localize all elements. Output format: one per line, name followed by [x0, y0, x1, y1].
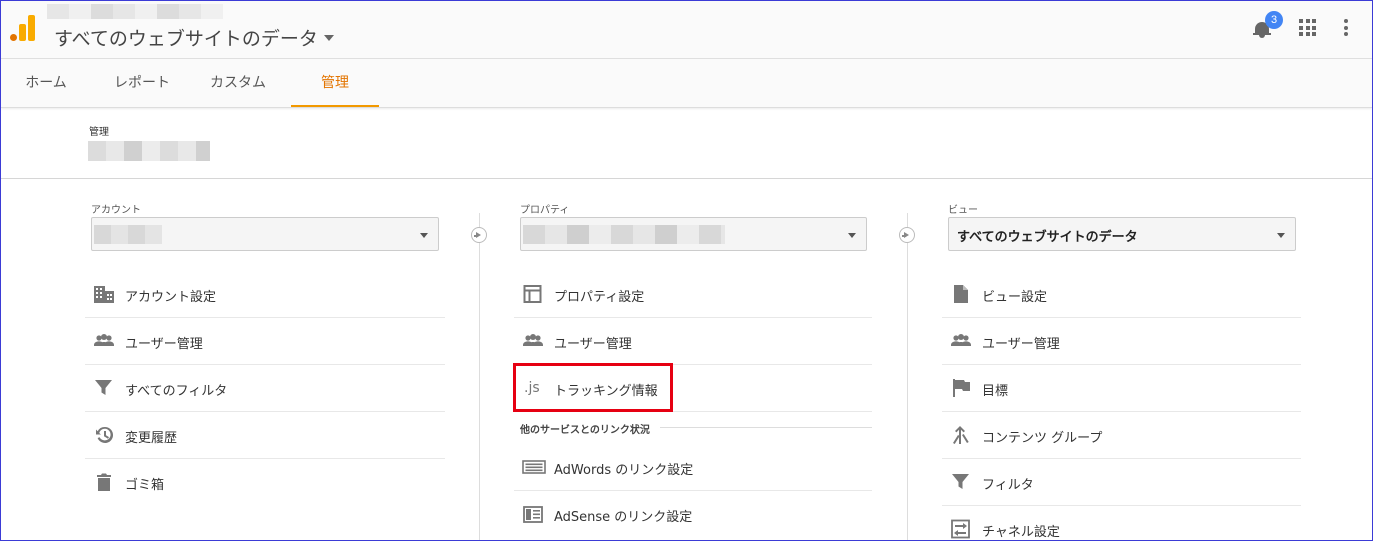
- arrow-right-icon: [899, 227, 915, 243]
- history-icon: [93, 425, 115, 445]
- divider: [660, 427, 872, 428]
- item-label: 目標: [982, 384, 1009, 399]
- users-icon: [522, 331, 544, 351]
- view-select-value: すべてのウェブサイトのデータ: [957, 230, 1138, 245]
- property-column-label: プロパティ: [520, 205, 570, 216]
- item-label: フィルタ: [982, 478, 1034, 493]
- chevron-down-icon: [323, 35, 334, 41]
- item-label: アカウント設定: [125, 290, 217, 305]
- section-title: 他のサービスとのリンク状況: [520, 425, 650, 436]
- account-menu: アカウント設定 ユーザー管理 すべてのフィルタ 変更履歴 ゴミ箱: [85, 271, 445, 506]
- view-filters-item[interactable]: フィルタ: [942, 459, 1301, 506]
- account-select[interactable]: [91, 217, 439, 251]
- view-user-management-item[interactable]: ユーザー管理: [942, 318, 1301, 365]
- adsense-link-item[interactable]: AdSense のリンク設定: [514, 491, 872, 538]
- adwords-icon: [522, 457, 546, 477]
- tab-home[interactable]: ホーム: [1, 59, 91, 107]
- all-filters-item[interactable]: すべてのフィルタ: [85, 365, 445, 412]
- property-value-redacted: [523, 225, 725, 244]
- item-label: ユーザー管理: [125, 337, 203, 352]
- item-label: ビュー設定: [982, 290, 1048, 305]
- dropdown-arrow-icon: [420, 233, 428, 238]
- property-settings-item[interactable]: プロパティ設定: [514, 271, 872, 318]
- account-user-management-item[interactable]: ユーザー管理: [85, 318, 445, 365]
- arrow-right-icon: [471, 227, 487, 243]
- view-select[interactable]: すべてのウェブサイトのデータ: [948, 217, 1296, 251]
- main-tabs: ホーム レポート カスタム 管理: [1, 59, 1372, 108]
- tab-custom[interactable]: カスタム: [193, 59, 283, 107]
- flag-icon: [950, 378, 972, 398]
- view-column-label: ビュー: [948, 205, 978, 216]
- view-settings-item[interactable]: ビュー設定: [942, 271, 1301, 318]
- dropdown-arrow-icon: [1277, 233, 1285, 238]
- filter-icon: [950, 472, 972, 492]
- adsense-icon: [522, 504, 544, 524]
- users-icon: [93, 331, 115, 351]
- trash-icon: [93, 472, 115, 492]
- account-settings-item[interactable]: アカウント設定: [85, 271, 445, 318]
- tab-reports[interactable]: レポート: [97, 59, 187, 107]
- item-label: ユーザー管理: [554, 337, 632, 352]
- property-icon: [522, 284, 544, 304]
- account-value-redacted: [94, 225, 162, 244]
- analytics-logo[interactable]: [10, 15, 35, 41]
- linked-services-section: 他のサービスとのリンク状況: [514, 412, 872, 444]
- item-label: コンテンツ グループ: [982, 431, 1103, 446]
- adwords-link-item[interactable]: AdWords のリンク設定: [514, 444, 872, 491]
- apps-grid-icon[interactable]: [1299, 19, 1316, 36]
- item-label: 変更履歴: [125, 431, 178, 446]
- channel-icon: [950, 519, 972, 539]
- more-vert-icon[interactable]: [1344, 19, 1348, 36]
- dropdown-arrow-icon: [848, 233, 856, 238]
- goals-item[interactable]: 目標: [942, 365, 1301, 412]
- view-menu: ビュー設定 ユーザー管理 目標 コンテンツ グループ フィルタ チャネル設定: [942, 271, 1301, 540]
- item-label: プロパティ設定: [554, 290, 645, 305]
- admin-label: 管理: [89, 127, 109, 138]
- account-breadcrumb-redacted: [47, 4, 223, 19]
- column-separator: [479, 213, 480, 540]
- property-user-management-item[interactable]: ユーザー管理: [514, 318, 872, 365]
- trash-item[interactable]: ゴミ箱: [85, 459, 445, 506]
- item-label: チャネル設定: [982, 525, 1060, 540]
- column-separator: [907, 213, 908, 540]
- notification-badge: 3: [1265, 11, 1283, 29]
- item-label: AdWords のリンク設定: [554, 463, 694, 478]
- content-grouping-item[interactable]: コンテンツ グループ: [942, 412, 1301, 459]
- change-history-item[interactable]: 変更履歴: [85, 412, 445, 459]
- account-name-redacted: [88, 141, 210, 161]
- divider: [1, 178, 1372, 179]
- tab-admin[interactable]: 管理: [291, 59, 379, 107]
- channel-settings-item[interactable]: チャネル設定: [942, 506, 1301, 540]
- item-label: AdSense のリンク設定: [554, 510, 693, 525]
- item-label: すべてのフィルタ: [125, 384, 228, 399]
- tracking-info-highlight: [513, 363, 673, 412]
- view-title-text: すべてのウェブサイトのデータ: [54, 28, 318, 50]
- property-select[interactable]: [520, 217, 867, 251]
- item-label: ゴミ箱: [125, 478, 165, 493]
- account-column-label: アカウント: [91, 205, 141, 216]
- building-icon: [93, 284, 115, 304]
- filter-icon: [93, 378, 115, 398]
- document-icon: [950, 284, 972, 304]
- content-group-icon: [950, 425, 972, 445]
- users-icon: [950, 331, 972, 351]
- item-label: ユーザー管理: [982, 337, 1060, 352]
- view-selector[interactable]: すべてのウェブサイトのデータ: [54, 24, 334, 51]
- ga-admin-window: すべてのウェブサイトのデータ 3 ホーム レポート カスタム 管理 管理 アカウ…: [0, 0, 1373, 541]
- top-bar: すべてのウェブサイトのデータ 3: [1, 1, 1372, 59]
